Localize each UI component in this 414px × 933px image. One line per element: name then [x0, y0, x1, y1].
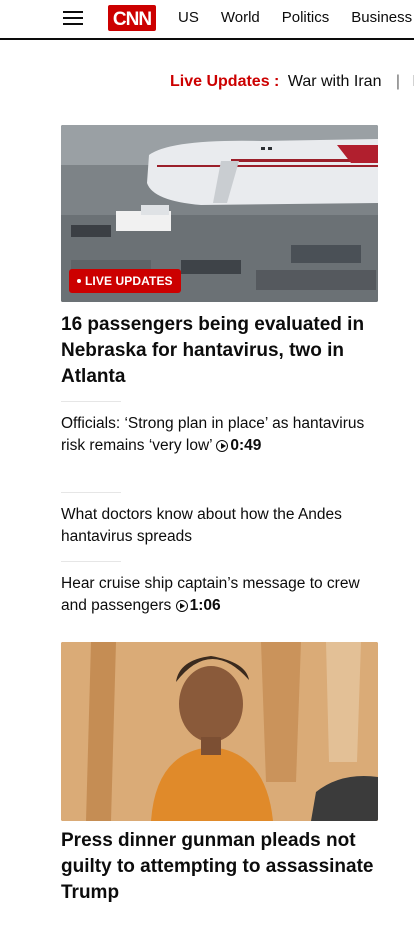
- badge-label: LIVE UPDATES: [85, 274, 173, 288]
- play-icon: [175, 600, 188, 612]
- story-image-sketch[interactable]: [61, 642, 378, 821]
- nav-us[interactable]: US: [178, 9, 199, 27]
- related-story-2-text: What doctors know about how the Andes ha…: [61, 506, 342, 545]
- nav-politics[interactable]: Politics: [282, 9, 330, 27]
- related-story-1-text: Officials: ‘Strong plan in place’ as han…: [61, 415, 365, 454]
- nav-world[interactable]: World: [221, 9, 260, 27]
- cnn-logo[interactable]: CNN: [108, 5, 156, 31]
- nav-business[interactable]: Business: [351, 9, 412, 27]
- video-duration-2: 1:06: [175, 597, 221, 614]
- play-icon: [216, 440, 229, 452]
- related-story-1[interactable]: Officials: ‘Strong plan in place’ as han…: [61, 413, 378, 457]
- divider: [61, 401, 121, 402]
- main-nav: US World Politics Business: [178, 9, 414, 27]
- story-headline-1[interactable]: 16 passengers being evaluated in Nebrask…: [61, 312, 378, 390]
- cnn-logo-mark: CNN: [108, 5, 156, 31]
- live-dot-icon: [77, 279, 81, 283]
- menu-icon[interactable]: [63, 10, 83, 26]
- video-duration-1: 0:49: [216, 437, 261, 454]
- story-image-airplane[interactable]: LIVE UPDATES: [61, 125, 378, 302]
- ticker-topic[interactable]: War with Iran: [288, 73, 382, 90]
- live-updates-ticker[interactable]: Live Updates : War with Iran | H: [170, 72, 414, 92]
- live-updates-badge: LIVE UPDATES: [69, 269, 181, 293]
- courtroom-sketch-image: [61, 642, 378, 821]
- top-header: CNN US World Politics Business: [0, 0, 414, 40]
- svg-text:CNN: CNN: [113, 9, 151, 30]
- related-story-3[interactable]: Hear cruise ship captain’s message to cr…: [61, 573, 378, 617]
- related-story-2[interactable]: What doctors know about how the Andes ha…: [61, 504, 378, 548]
- ticker-separator: |: [395, 73, 401, 90]
- divider: [61, 561, 121, 562]
- divider: [61, 492, 121, 493]
- story-headline-2[interactable]: Press dinner gunman pleads not guilty to…: [61, 828, 378, 906]
- live-updates-label: Live Updates :: [170, 73, 280, 90]
